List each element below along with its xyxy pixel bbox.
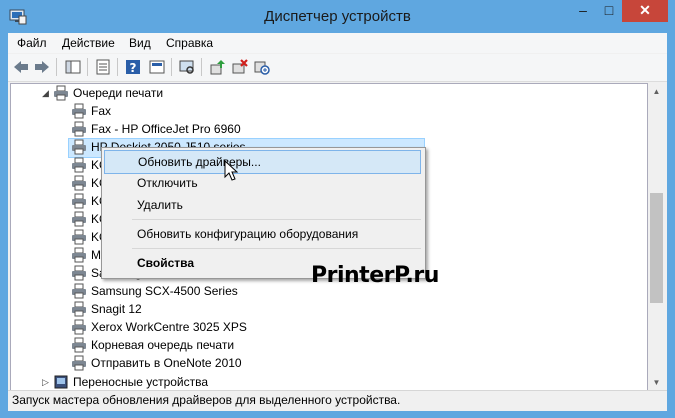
menu-item-delete[interactable]: Удалить <box>104 194 421 216</box>
printer-icon <box>72 121 86 137</box>
scan-monitor-icon[interactable] <box>178 58 196 76</box>
menu-file[interactable]: Файл <box>17 33 47 53</box>
tree-item-label: Samsung SCX-4500 Series <box>91 284 238 298</box>
help-icon[interactable]: ? <box>124 58 142 76</box>
minimize-button[interactable]: – <box>570 0 596 22</box>
tree-item-label: Отправить в OneNote 2010 <box>91 356 242 370</box>
scroll-thumb[interactable] <box>650 193 663 303</box>
toolbar-separator <box>201 58 202 76</box>
maximize-button[interactable]: □ <box>596 0 622 22</box>
tree-category-label: Очереди печати <box>73 86 164 100</box>
tree-item-label: Корневая очередь печати <box>91 338 235 352</box>
menu-separator <box>132 219 421 220</box>
printer-icon <box>72 319 86 335</box>
uninstall-device-icon[interactable] <box>231 58 249 76</box>
back-arrow-icon[interactable] <box>12 58 30 76</box>
printer-icon <box>72 175 86 191</box>
menu-item-label: Обновить драйверы... <box>138 155 261 169</box>
menu-item-label: Отключить <box>137 176 198 190</box>
device-properties-icon[interactable] <box>148 58 166 76</box>
scroll-up-arrow-icon[interactable]: ▲ <box>648 83 665 100</box>
svg-text:?: ? <box>130 61 137 75</box>
scan-hardware-icon[interactable] <box>253 58 271 76</box>
update-driver-icon[interactable] <box>209 58 227 76</box>
scroll-down-arrow-icon[interactable]: ▼ <box>648 374 665 391</box>
printer-icon <box>72 265 86 281</box>
tree-item-label: Fax - HP OfficeJet Pro 6960 <box>91 122 241 136</box>
context-menu: Обновить драйверы... Отключить Удалить О… <box>101 147 426 279</box>
toolbar-separator <box>56 58 57 76</box>
toolbar-separator <box>171 58 172 76</box>
collapse-arrow-icon[interactable]: ◢ <box>42 88 49 99</box>
menu-separator <box>132 248 421 249</box>
printer-icon <box>54 85 68 101</box>
printer-icon <box>72 211 86 227</box>
printer-icon <box>72 247 86 263</box>
expand-arrow-icon[interactable]: ▷ <box>42 377 49 388</box>
show-hide-console-tree-icon[interactable] <box>64 58 82 76</box>
status-text: Запуск мастера обновления драйверов для … <box>12 393 401 407</box>
menu-item-disable[interactable]: Отключить <box>104 172 421 194</box>
printer-icon <box>72 193 86 209</box>
status-bar: Запуск мастера обновления драйверов для … <box>8 390 667 411</box>
forward-arrow-icon[interactable] <box>33 58 51 76</box>
device-manager-window: Диспетчер устройств – □ ✕ Файл Действие … <box>0 0 675 418</box>
printer-icon <box>72 157 86 173</box>
menu-item-label: Удалить <box>137 198 183 212</box>
menu-action[interactable]: Действие <box>62 33 115 53</box>
title-bar[interactable]: Диспетчер устройств – □ ✕ <box>0 0 675 33</box>
printer-icon <box>72 229 86 245</box>
toolbar: ? <box>8 54 667 82</box>
tree-item-label: Snagit 12 <box>91 302 142 316</box>
portable-device-icon <box>54 375 68 389</box>
mouse-cursor-icon <box>224 160 238 181</box>
printer-icon <box>72 103 86 119</box>
menu-help[interactable]: Справка <box>166 33 213 53</box>
menu-item-label: Обновить конфигурацию оборудования <box>137 227 359 241</box>
tree-category-label: Переносные устройства <box>73 375 209 389</box>
printer-icon <box>72 139 86 155</box>
printer-icon <box>72 283 86 299</box>
menu-item-update-drivers[interactable]: Обновить драйверы... <box>104 150 421 174</box>
tree-item-label: Xerox WorkCentre 3025 XPS <box>91 320 247 334</box>
menu-item-scan-hardware[interactable]: Обновить конфигурацию оборудования <box>104 223 421 245</box>
toolbar-separator <box>117 58 118 76</box>
menu-item-label: Свойства <box>137 256 195 270</box>
printer-icon <box>72 301 86 317</box>
close-button[interactable]: ✕ <box>622 0 668 22</box>
menu-bar: Файл Действие Вид Справка <box>8 33 667 53</box>
vertical-scrollbar[interactable]: ▲ ▼ <box>648 83 665 391</box>
tree-item-label: Fax <box>91 104 112 118</box>
toolbar-separator <box>87 58 88 76</box>
watermark-text: PrinterP.ru <box>311 263 439 288</box>
properties-icon[interactable] <box>94 58 112 76</box>
menu-view[interactable]: Вид <box>129 33 151 53</box>
printer-icon <box>72 355 86 371</box>
printer-icon <box>72 337 86 353</box>
